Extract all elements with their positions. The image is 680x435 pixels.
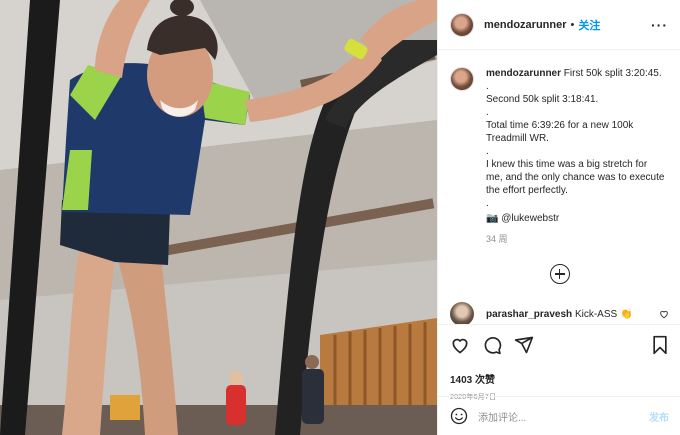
commenter-username[interactable]: parashar_pravesh (486, 309, 572, 320)
post-time-ago: 34 周 (486, 234, 508, 244)
post-header: mendozarunner • 关注 ··· (438, 0, 680, 50)
heart-icon[interactable] (450, 335, 470, 355)
emoji-icon[interactable] (450, 407, 468, 425)
caption-line: . (486, 107, 489, 118)
photo-illustration (0, 0, 437, 435)
caption-photo-credit[interactable]: 📷 @lukewebstr (486, 212, 666, 225)
comment-body: Kick-ASS 👏 (574, 308, 633, 320)
comment-icon[interactable] (482, 335, 502, 355)
follow-button[interactable]: 关注 (578, 17, 600, 33)
load-more-icon[interactable] (549, 264, 570, 284)
commenter-avatar[interactable] (450, 302, 474, 324)
comment-box: 添加评论... 发布 (438, 396, 680, 435)
comment-like-icon[interactable] (659, 309, 669, 319)
separator-dot: • (570, 18, 575, 31)
post-photo[interactable] (0, 0, 437, 435)
caption-line: . (486, 198, 489, 209)
caption-line: . (486, 146, 489, 157)
bookmark-icon[interactable] (651, 335, 669, 355)
post-actions: 1403 次赞 2020年6月7日 (438, 324, 680, 402)
caption-avatar[interactable] (450, 67, 474, 91)
comment-input[interactable]: 添加评论... (478, 409, 526, 424)
more-icon[interactable]: ··· (651, 17, 668, 33)
caption-line: Total time 6:39:26 for a new 100k Treadm… (486, 120, 636, 144)
caption-line: Second 50k split 3:18:41. (486, 94, 599, 105)
post-comment-button[interactable]: 发布 (649, 409, 669, 424)
author-avatar[interactable] (450, 12, 474, 37)
caption-username[interactable]: mendozarunner (486, 68, 561, 79)
action-icons (450, 333, 669, 357)
comment-text: parashar_pravesh Kick-ASS 👏 (486, 309, 632, 320)
author-username[interactable]: mendozarunner (484, 19, 567, 31)
likes-count[interactable]: 1403 次赞 (450, 371, 669, 386)
post-caption: mendozarunner First 50k split 3:20:45. .… (450, 67, 669, 246)
load-more (450, 264, 669, 284)
share-icon[interactable] (514, 335, 534, 355)
comments-area[interactable]: mendozarunner First 50k split 3:20:45. .… (438, 51, 680, 324)
caption-line: . (486, 81, 489, 92)
comment-item: parashar_pravesh Kick-ASS 👏 (450, 302, 669, 324)
caption-line: First 50k split 3:20:45. (563, 68, 662, 79)
caption-line: I knew this time was a big stretch for m… (486, 159, 668, 196)
post-sidebar: mendozarunner • 关注 ··· mendozarunner Fir… (437, 0, 680, 435)
caption-body: mendozarunner First 50k split 3:20:45. .… (486, 67, 666, 246)
